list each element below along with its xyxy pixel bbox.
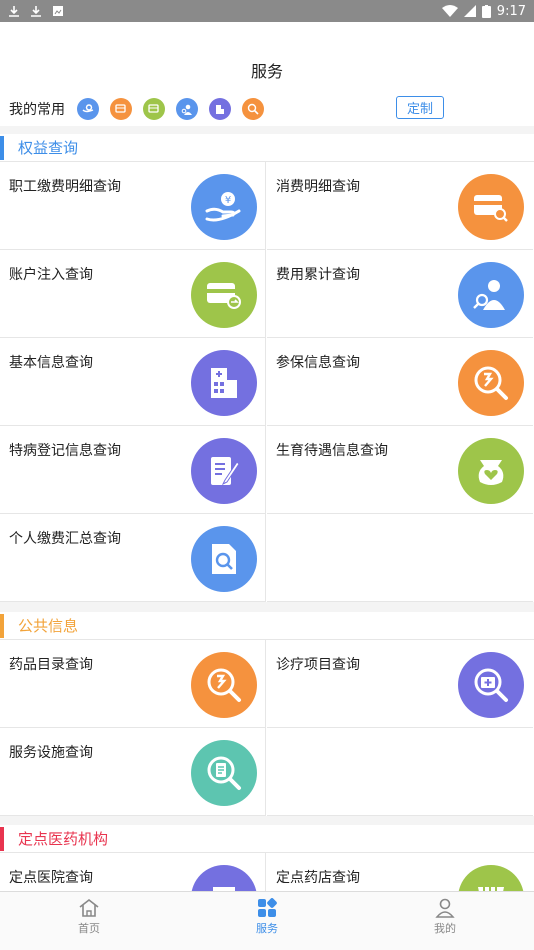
tile-special-disease[interactable]: 特病登记信息查询	[0, 426, 266, 514]
page-header: 服务	[0, 22, 534, 92]
status-bar: 9:17	[0, 0, 534, 22]
section-accent-bar	[0, 613, 4, 638]
tile-label: 特病登记信息查询	[9, 443, 121, 459]
wifi-icon	[441, 5, 458, 17]
notebook-pen-icon	[191, 438, 257, 504]
tab-label: 服务	[256, 922, 278, 935]
person-search-icon	[458, 262, 524, 328]
fav-card-inject-icon[interactable]	[143, 98, 165, 120]
hand-coin-icon: ¥	[191, 174, 257, 240]
tile-treatment-items[interactable]: 诊疗项目查询	[267, 640, 533, 728]
section-accent-bar	[0, 826, 4, 851]
tile-label: 诊疗项目查询	[276, 657, 360, 673]
tile-label: 职工缴费明细查询	[9, 179, 121, 195]
tile-label: 定点药店查询	[276, 870, 360, 886]
tab-label: 我的	[434, 922, 456, 935]
tile-label: 账户注入查询	[9, 267, 93, 283]
section-title: 公共信息	[18, 617, 79, 635]
section-rights-query: 权益查询	[0, 134, 534, 162]
card-transfer-icon	[191, 262, 257, 328]
signal-icon	[463, 5, 476, 17]
tab-home[interactable]: 首页	[0, 892, 178, 950]
image-notification-icon	[53, 6, 63, 16]
medkit-search-icon	[458, 652, 524, 718]
section-designated-institutions: 定点医药机构	[0, 825, 534, 853]
bottom-tab-bar: 首页 服务 我的	[0, 891, 534, 950]
tile-label: 生育待遇信息查询	[276, 443, 388, 459]
tile-account-inject[interactable]: 账户注入查询	[0, 250, 266, 338]
fav-person-search-icon[interactable]	[176, 98, 198, 120]
service-grid-icon	[258, 898, 277, 917]
tile-label: 药品目录查询	[9, 657, 93, 673]
svg-text:¥: ¥	[225, 195, 231, 206]
tile-employee-payment-detail[interactable]: 职工缴费明细查询 ¥	[0, 162, 266, 250]
designated-institutions-grid: 定点医院查询 定点药店查询	[0, 853, 534, 891]
battery-icon	[481, 4, 491, 18]
section-public-info: 公共信息	[0, 612, 534, 640]
tile-label: 服务设施查询	[9, 745, 93, 761]
tile-cost-accumulation[interactable]: 费用累计查询	[267, 250, 533, 338]
tile-consumption-detail[interactable]: 消费明细查询	[267, 162, 533, 250]
tile-service-facility[interactable]: 服务设施查询	[0, 728, 266, 816]
tile-designated-pharmacy[interactable]: 定点药店查询	[267, 853, 533, 891]
customize-button[interactable]: 定制	[396, 96, 444, 119]
public-info-grid: 药品目录查询 诊疗项目查询 服务设施查询	[0, 640, 534, 816]
fav-insurance-search-icon[interactable]	[242, 98, 264, 120]
tile-label: 个人缴费汇总查询	[9, 531, 121, 547]
tile-insured-info[interactable]: 参保信息查询	[267, 338, 533, 426]
section-accent-bar	[0, 135, 4, 160]
tile-personal-payment-summary[interactable]: 个人缴费汇总查询	[0, 514, 266, 602]
fav-payment-icon[interactable]	[77, 98, 99, 120]
favorites-label: 我的常用	[9, 102, 65, 118]
tile-label: 参保信息查询	[276, 355, 360, 371]
tile-label: 消费明细查询	[276, 179, 360, 195]
rights-query-grid: 职工缴费明细查询 ¥ 消费明细查询 账户注入查询 费用累计查询 基本信息查询 参…	[0, 162, 534, 602]
tab-mine[interactable]: 我的	[356, 892, 534, 950]
status-time: 9:17	[496, 3, 526, 19]
drug-search-icon	[191, 652, 257, 718]
page-title: 服务	[250, 62, 283, 81]
tab-label: 首页	[78, 922, 100, 935]
home-icon	[79, 898, 99, 917]
section-title: 权益查询	[18, 139, 79, 157]
hospital-building-icon	[191, 350, 257, 416]
tile-empty	[267, 728, 533, 816]
section-title: 定点医药机构	[18, 830, 109, 848]
tab-service[interactable]: 服务	[178, 892, 356, 950]
pregnancy-heart-icon	[458, 438, 524, 504]
download-icon	[31, 6, 41, 17]
facility-search-icon	[191, 740, 257, 806]
card-search-icon	[458, 174, 524, 240]
tile-maternity-benefit[interactable]: 生育待遇信息查询	[267, 426, 533, 514]
tile-label: 基本信息查询	[9, 355, 93, 371]
tile-label: 费用累计查询	[276, 267, 360, 283]
tile-drug-catalog[interactable]: 药品目录查询	[0, 640, 266, 728]
document-search-icon	[191, 526, 257, 592]
fav-building-icon[interactable]	[209, 98, 231, 120]
user-icon	[435, 898, 455, 918]
pharmacy-store-icon	[458, 865, 524, 891]
tile-empty	[267, 514, 533, 602]
insurance-search-icon	[458, 350, 524, 416]
tile-basic-info[interactable]: 基本信息查询	[0, 338, 266, 426]
hospital-icon	[191, 865, 257, 891]
download-icon	[9, 6, 19, 17]
tile-designated-hospital[interactable]: 定点医院查询	[0, 853, 266, 891]
fav-card-search-icon[interactable]	[110, 98, 132, 120]
tile-label: 定点医院查询	[9, 870, 93, 886]
favorites-bar: 我的常用 定制	[0, 92, 534, 126]
